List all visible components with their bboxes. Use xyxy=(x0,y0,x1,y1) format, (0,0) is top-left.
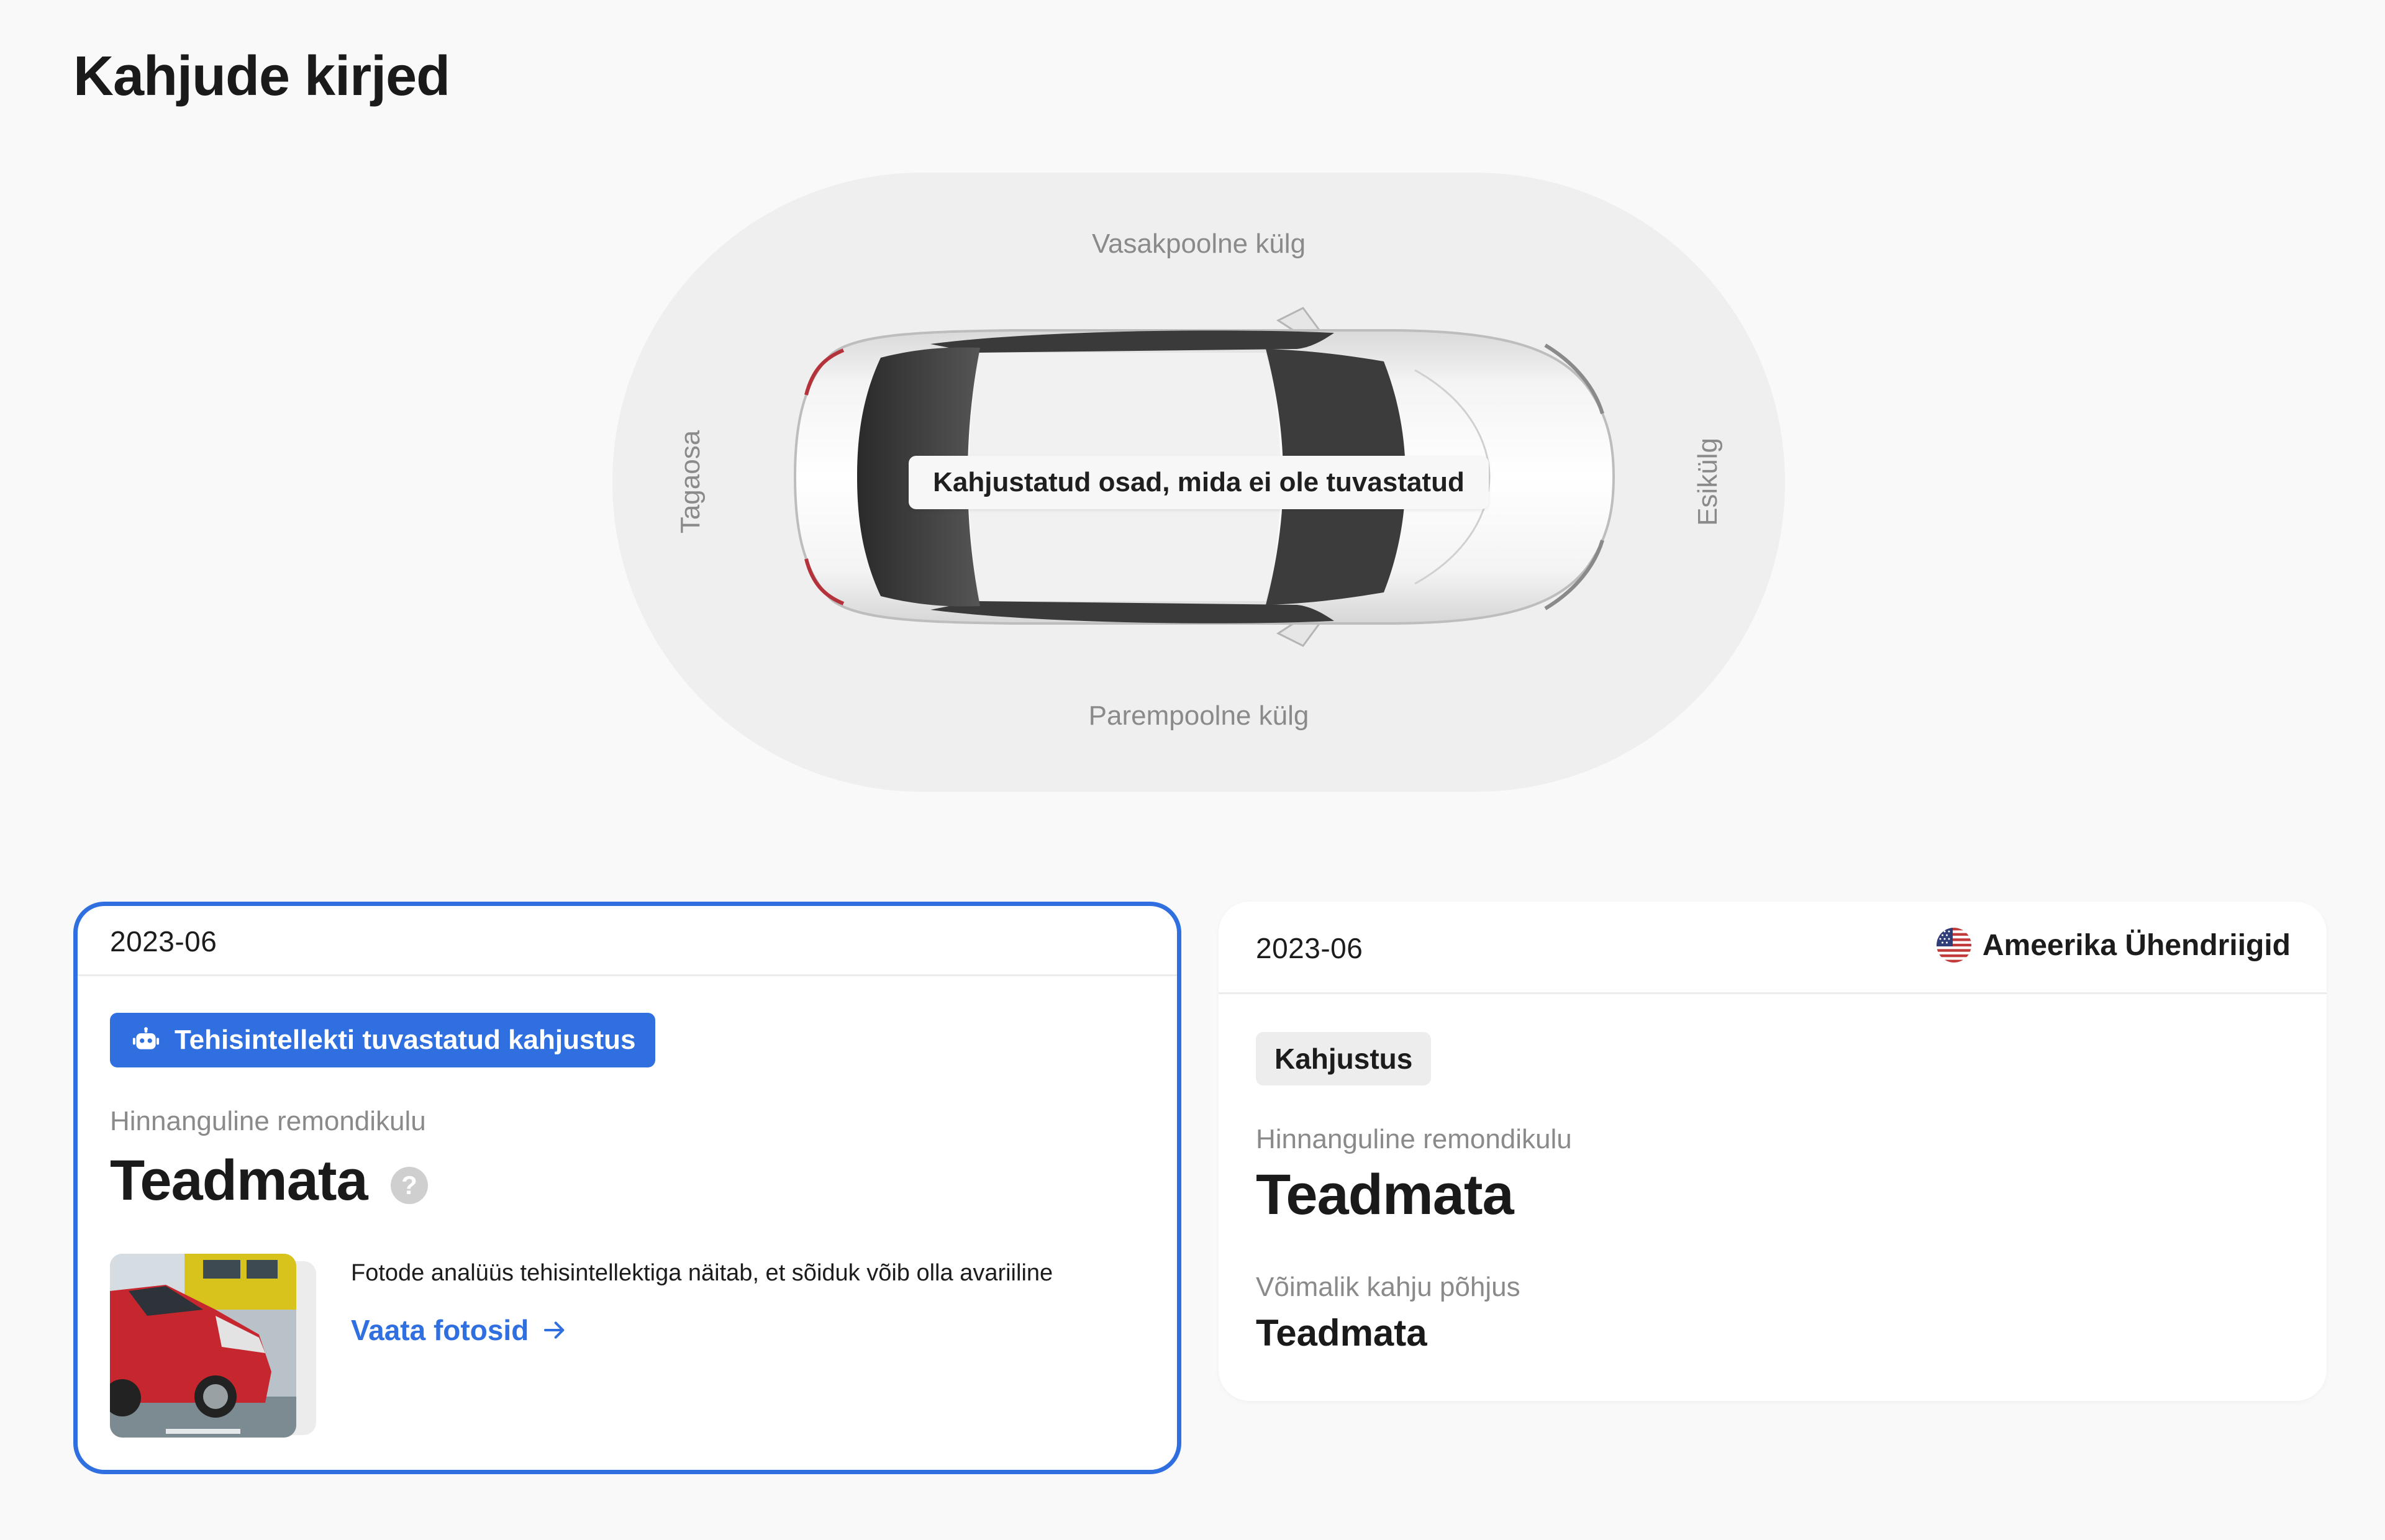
arrow-right-icon xyxy=(544,1321,565,1339)
record-date: 2023-06 xyxy=(1256,932,1363,964)
damage-record-card: 2023-06 Ameerika Ühendriigid Kahjustus H… xyxy=(1219,902,2327,1401)
label-right-side: Parempoolne külg xyxy=(1088,700,1309,731)
cost-label: Hinnanguline remondikulu xyxy=(1256,1124,1572,1154)
record-country: Ameerika Ühendriigid xyxy=(1936,928,2291,962)
robot-icon xyxy=(132,1027,160,1049)
damage-badge: Kahjustus xyxy=(1256,1032,1432,1085)
ai-damage-badge: Tehisintellekti tuvastatud kahjustus xyxy=(110,1013,656,1067)
cost-value: Teadmata xyxy=(1256,1163,1514,1226)
view-photos-link[interactable]: Vaata fotosid xyxy=(351,1313,567,1347)
label-front: Esikülg xyxy=(1692,438,1723,526)
cost-value: Teadmata xyxy=(110,1149,368,1212)
record-date: 2023-06 xyxy=(110,925,217,958)
card-header: 2023-06 Ameerika Ühendriigid xyxy=(1219,902,2327,994)
ai-badge-label: Tehisintellekti tuvastatud kahjustus xyxy=(175,1025,636,1055)
question-icon[interactable]: ? xyxy=(391,1167,428,1204)
damage-record-card[interactable]: 2023-06 Tehisintellekti tuvastatud kahju… xyxy=(73,902,1181,1474)
cause-value: Teadmata xyxy=(1256,1312,1427,1354)
label-left-side: Vasakpoolne külg xyxy=(1091,229,1306,259)
damage-diagram: Vasakpoolne külg Parempoolne külg Tagaos… xyxy=(612,173,1785,792)
page-title: Kahjude kirjed xyxy=(73,45,450,107)
label-rear: Tagaosa xyxy=(675,430,706,534)
cost-label: Hinnanguline remondikulu xyxy=(110,1106,426,1136)
us-flag-icon xyxy=(1936,928,1971,962)
country-label: Ameerika Ühendriigid xyxy=(1982,928,2291,962)
car-photo-icon xyxy=(110,1254,296,1438)
diagram-status-label: Kahjustatud osad, mida ei ole tuvastatud xyxy=(909,456,1489,509)
photo-front xyxy=(110,1254,296,1438)
photo-thumbnail[interactable] xyxy=(110,1254,319,1440)
cause-label: Võimalik kahju põhjus xyxy=(1256,1272,1520,1302)
photo-analysis-text: Fotode analüüs tehisintellektiga näitab,… xyxy=(351,1260,1053,1286)
card-header: 2023-06 xyxy=(78,906,1177,976)
view-photos-label: Vaata fotosid xyxy=(351,1314,529,1346)
